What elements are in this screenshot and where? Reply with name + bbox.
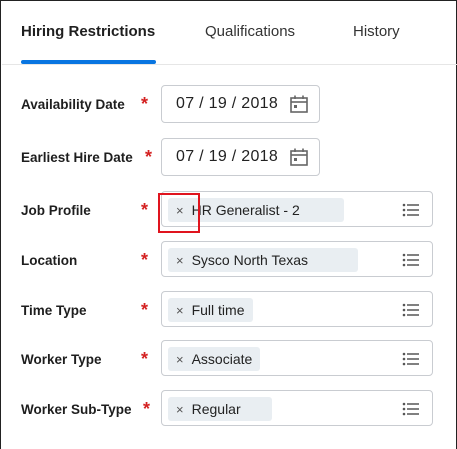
earliest-hire-date-value: 07 / 19 / 2018 (176, 148, 279, 165)
time-type-row: Time Type * × Full time (1, 291, 457, 331)
remove-icon[interactable]: × (176, 303, 184, 318)
location-field[interactable]: × Sysco North Texas (161, 241, 433, 277)
location-value: Sysco North Texas (191, 252, 309, 268)
required-marker: * (141, 94, 149, 114)
worker-sub-type-value: Regular (191, 401, 241, 417)
availability-date-label: Availability Date (21, 97, 125, 112)
tab-hiring-restrictions[interactable]: Hiring Restrictions (21, 23, 155, 40)
hiring-restrictions-panel: Hiring Restrictions Qualifications Histo… (0, 0, 457, 449)
worker-type-row: Worker Type * × Associate (1, 340, 457, 380)
required-marker: * (145, 147, 153, 167)
time-type-field[interactable]: × Full time (161, 291, 433, 327)
list-icon[interactable] (402, 302, 420, 318)
earliest-hire-date-label: Earliest Hire Date (21, 150, 133, 165)
job-profile-value: HR Generalist - 2 (191, 202, 300, 218)
active-tab-indicator (21, 60, 156, 64)
worker-type-pill: × Associate (168, 347, 261, 371)
tab-bar: Hiring Restrictions Qualifications Histo… (2, 1, 457, 65)
list-icon[interactable] (402, 252, 420, 268)
job-profile-label: Job Profile (21, 203, 91, 218)
required-marker: * (141, 250, 149, 270)
job-profile-row: Job Profile * × HR Generalist - 2 (1, 191, 457, 231)
remove-icon[interactable]: × (176, 203, 184, 218)
worker-sub-type-pill: × Regular (168, 397, 272, 421)
worker-type-value: Associate (191, 351, 253, 367)
calendar-icon[interactable] (289, 147, 309, 167)
time-type-pill: × Full time (168, 298, 253, 322)
list-icon[interactable] (402, 202, 420, 218)
time-type-value: Full time (191, 302, 245, 318)
job-profile-pill: × HR Generalist - 2 (168, 198, 344, 222)
worker-type-field[interactable]: × Associate (161, 340, 433, 376)
availability-date-value: 07 / 19 / 2018 (176, 95, 279, 112)
worker-sub-type-label: Worker Sub-Type (21, 402, 132, 417)
remove-icon[interactable]: × (176, 402, 184, 417)
list-icon[interactable] (402, 401, 420, 417)
required-marker: * (141, 200, 149, 220)
earliest-hire-date-row: Earliest Hire Date * 07 / 19 / 2018 (1, 138, 457, 178)
location-label: Location (21, 253, 78, 268)
location-row: Location * × Sysco North Texas (1, 241, 457, 281)
worker-sub-type-field[interactable]: × Regular (161, 390, 433, 426)
list-icon[interactable] (402, 351, 420, 367)
calendar-icon[interactable] (289, 94, 309, 114)
remove-icon[interactable]: × (176, 352, 184, 367)
tab-qualifications[interactable]: Qualifications (205, 23, 295, 40)
availability-date-field[interactable]: 07 / 19 / 2018 (161, 85, 320, 123)
worker-sub-type-row: Worker Sub-Type * × Regular (1, 390, 457, 430)
time-type-label: Time Type (21, 303, 87, 318)
job-profile-field[interactable]: × HR Generalist - 2 (161, 191, 433, 227)
location-pill: × Sysco North Texas (168, 248, 358, 272)
earliest-hire-date-field[interactable]: 07 / 19 / 2018 (161, 138, 320, 176)
availability-date-row: Availability Date * 07 / 19 / 2018 (1, 85, 457, 125)
required-marker: * (141, 300, 149, 320)
worker-type-label: Worker Type (21, 352, 102, 367)
required-marker: * (141, 349, 149, 369)
required-marker: * (143, 399, 151, 419)
tab-history[interactable]: History (353, 23, 400, 40)
remove-icon[interactable]: × (176, 253, 184, 268)
